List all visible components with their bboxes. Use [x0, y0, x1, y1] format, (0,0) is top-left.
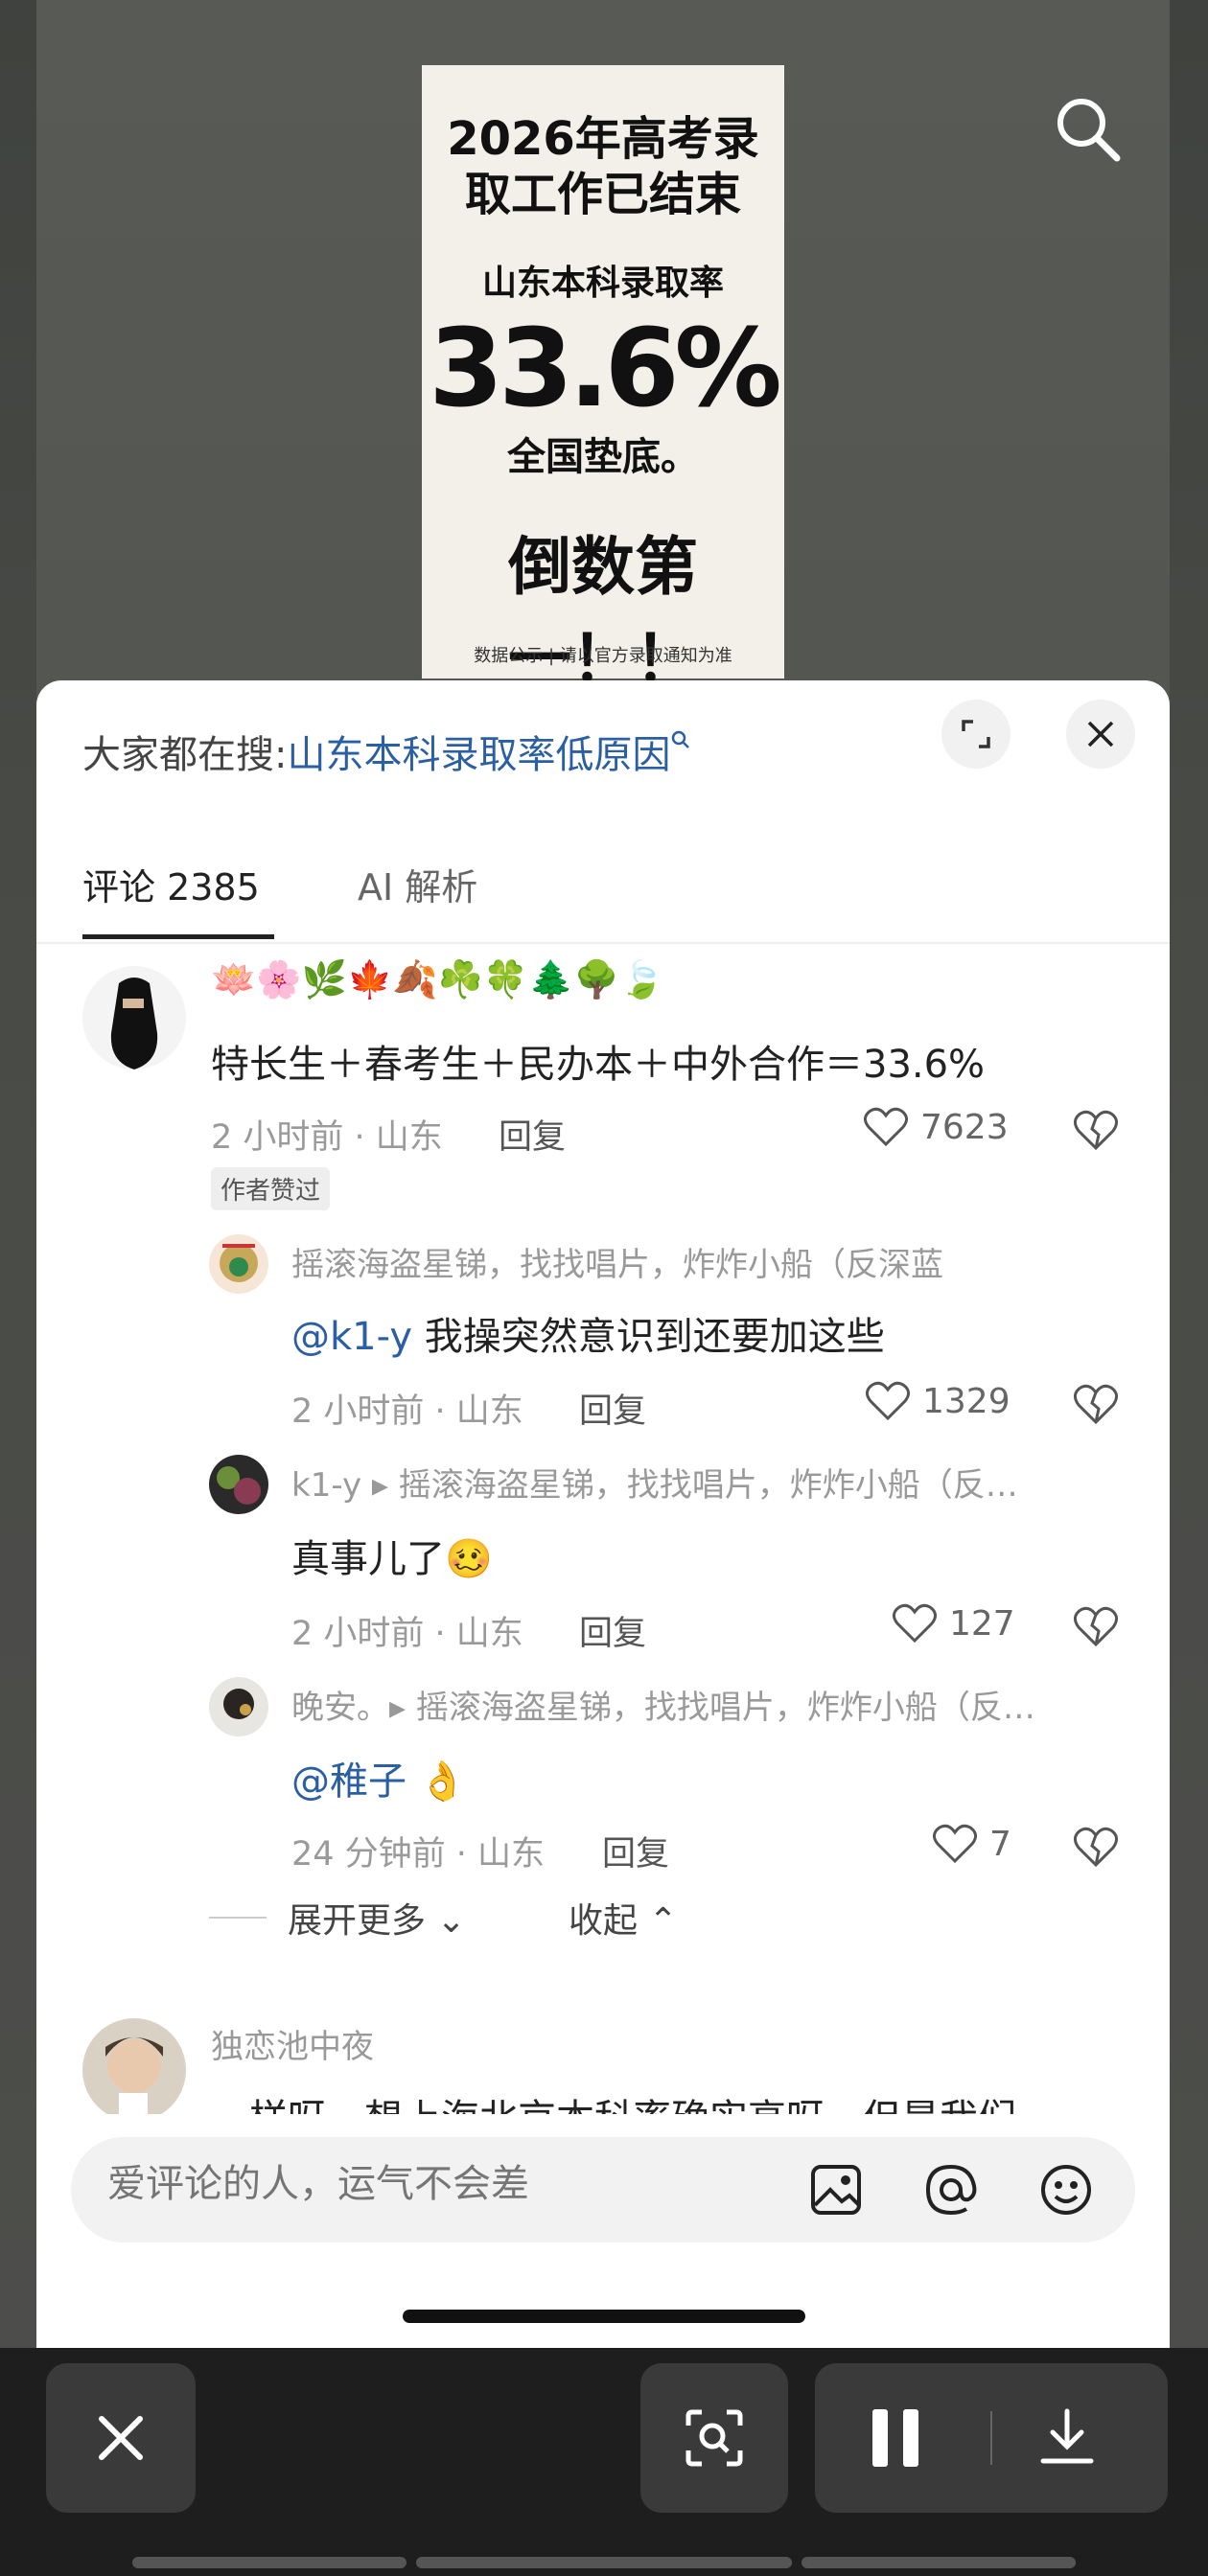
avatar-image	[209, 1455, 268, 1514]
reply-button-4[interactable]: 回复	[602, 1827, 669, 1875]
search-small-icon	[672, 730, 690, 748]
reply-body-1: 我操突然意识到还要加这些	[412, 1315, 885, 1359]
like-button-1[interactable]: 7623	[863, 1106, 1009, 1148]
like-count-4: 7	[989, 1824, 1011, 1864]
divider	[209, 1917, 267, 1919]
close-icon	[99, 2416, 143, 2460]
like-count-1: 7623	[920, 1107, 1009, 1147]
heart-icon	[866, 1381, 910, 1421]
close-button[interactable]	[1066, 700, 1135, 769]
comment-author-2[interactable]: 独恋池中夜	[211, 2020, 374, 2067]
like-button-2[interactable]: 1329	[865, 1380, 1011, 1422]
dislike-icon[interactable]	[1072, 1825, 1120, 1869]
tab-comments[interactable]: 评论 2385	[82, 858, 260, 910]
at-icon[interactable]	[922, 2161, 980, 2219]
reply-author-1[interactable]: 摇滚海盗星锑，找找唱片，炸炸小船（反深蓝	[291, 1238, 943, 1285]
comment-tabs: 评论 2385 AI 解析	[36, 839, 1170, 944]
reply-text-2: 真事儿了🥴	[291, 1537, 493, 1581]
comment-author-1[interactable]: 🪷🌸🌿🍁🍂☘️🍀🌲🌳🍃	[211, 958, 664, 1001]
close-icon	[1087, 721, 1114, 748]
search-icon[interactable]	[1050, 91, 1127, 168]
image-icon[interactable]	[807, 2161, 865, 2219]
playback-controls	[815, 2363, 1168, 2513]
download-icon[interactable]	[1035, 2405, 1099, 2469]
progress-segment	[801, 2557, 1076, 2568]
comment-input-bar	[71, 2137, 1135, 2242]
like-count-3: 127	[949, 1603, 1015, 1644]
avatar[interactable]	[82, 966, 186, 1070]
comments-sheet: 大家都在搜:山东本科录取率低原因 评论 2385 AI 解析 🪷🌸🌿🍁🍂☘️🍀🌲…	[36, 680, 1170, 2348]
avatar-image	[209, 1677, 268, 1736]
dislike-icon[interactable]	[1072, 1382, 1120, 1426]
hot-search[interactable]: 大家都在搜:山东本科录取率低原因	[82, 724, 691, 779]
expand-more-replies[interactable]: 展开更多 ⌄	[288, 1893, 466, 1943]
scan-icon	[685, 2409, 743, 2467]
hot-search-prefix: 大家都在搜:	[82, 733, 288, 777]
comment-input[interactable]	[107, 2162, 778, 2206]
bottom-toolbar	[0, 2348, 1208, 2576]
avatar-image	[82, 2018, 186, 2122]
avatar[interactable]	[209, 1234, 268, 1294]
tab-ai-analysis[interactable]: AI 解析	[358, 858, 477, 910]
emoji-icon[interactable]	[1037, 2161, 1095, 2219]
heart-icon	[933, 1824, 977, 1864]
avatar[interactable]	[209, 1677, 268, 1736]
hot-search-link[interactable]: 山东本科录取率低原因	[287, 733, 670, 777]
close-video-button[interactable]	[46, 2363, 196, 2513]
reply-button-3[interactable]: 回复	[579, 1606, 646, 1655]
video-poster: 2026年高考录取工作已结束 山东本科录取率 33.6% 全国垫底。 倒数第一！…	[422, 65, 784, 696]
reply-meta-1: 2 小时前 · 山东	[291, 1392, 523, 1431]
comment-meta-1: 2 小时前 · 山东	[211, 1118, 443, 1157]
heart-icon	[864, 1107, 908, 1147]
reply-author-2[interactable]: k1-y ▸ 摇滚海盗星锑，找找唱片，炸炸小船（反…	[291, 1459, 1018, 1506]
progress-segment	[416, 2557, 792, 2568]
reply-text-3: @稚子 👌	[291, 1750, 467, 1806]
dislike-icon[interactable]	[1072, 1604, 1120, 1648]
dislike-icon[interactable]	[1072, 1108, 1120, 1152]
home-indicator	[403, 2310, 805, 2323]
reply-button-1[interactable]: 回复	[499, 1110, 566, 1159]
scan-button[interactable]	[640, 2363, 788, 2513]
avatar-image	[82, 966, 186, 1070]
poster-note: 全国垫底。	[507, 435, 699, 479]
poster-subtitle: 山东本科录取率	[481, 264, 724, 303]
progress-segment	[132, 2557, 407, 2568]
reply-author-3[interactable]: 晚安。▸ 摇滚海盗星锑，找找唱片，炸炸小船（反…	[291, 1681, 1035, 1728]
avatar[interactable]	[82, 2018, 186, 2122]
reply-meta-2: 2 小时前 · 山东	[291, 1615, 523, 1653]
mention-link[interactable]: @稚子	[291, 1760, 407, 1804]
avatar[interactable]	[209, 1455, 268, 1514]
expand-button[interactable]	[941, 700, 1011, 769]
toolbar-divider	[990, 2411, 992, 2465]
like-count-2: 1329	[922, 1381, 1011, 1421]
collapse-replies[interactable]: 收起 ⌃	[569, 1893, 678, 1943]
reply-body-3: 👌	[407, 1760, 467, 1804]
poster-footer: 数据公示 | 请以官方录取通知为准	[474, 646, 732, 666]
poster-rank: 倒数第一！！	[508, 530, 698, 696]
reply-meta-3: 24 分钟前 · 山东	[291, 1835, 546, 1874]
author-liked-badge: 作者赞过	[211, 1167, 331, 1210]
like-button-3[interactable]: 127	[892, 1602, 1015, 1644]
tab-underline	[82, 934, 274, 939]
reply-button-2[interactable]: 回复	[579, 1384, 646, 1433]
expand-icon	[962, 720, 990, 748]
like-button-4[interactable]: 7	[932, 1823, 1011, 1865]
poster-headline: 2026年高考录取工作已结束	[447, 112, 759, 221]
mention-link[interactable]: @k1-y	[291, 1315, 412, 1359]
heart-icon	[893, 1603, 937, 1644]
reply-text-1: @k1-y 我操突然意识到还要加这些	[291, 1305, 885, 1361]
poster-rate: 33.6%	[429, 307, 782, 431]
avatar-image	[209, 1234, 268, 1294]
pause-icon[interactable]	[872, 2409, 918, 2467]
comment-text-1: 特长生＋春考生＋民办本＋中外合作＝33.6%	[211, 1043, 986, 1087]
